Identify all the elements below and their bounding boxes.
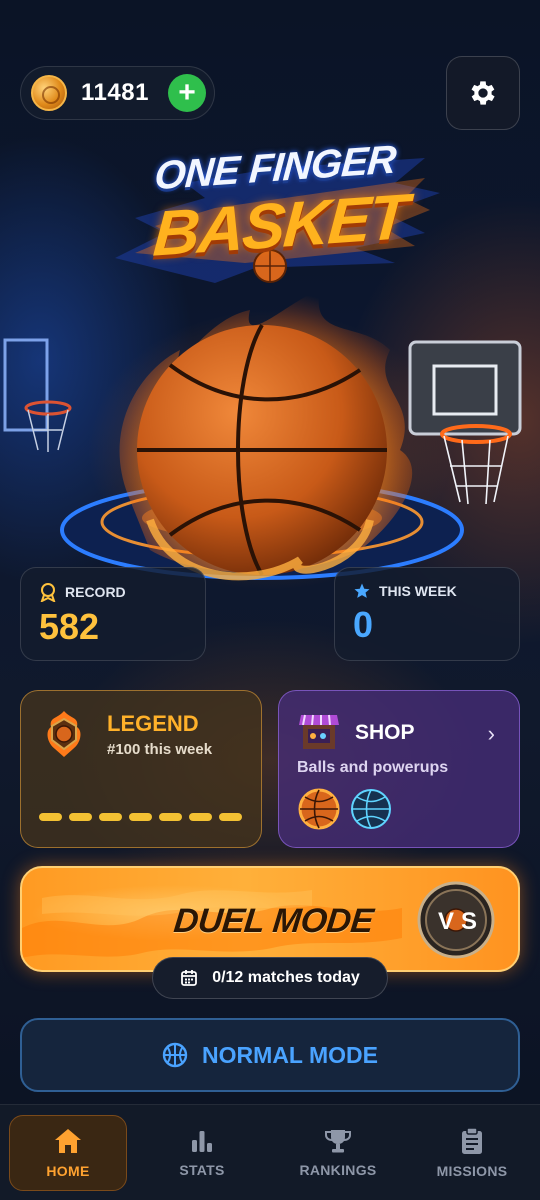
right-hoop (408, 340, 522, 505)
legend-subtitle: #100 this week (107, 741, 213, 758)
this-week-value: 0 (353, 604, 374, 645)
gear-icon (471, 81, 495, 105)
vs-badge-v: V (438, 908, 454, 935)
bar-chart-icon (192, 1131, 212, 1152)
flame-badge-icon (47, 711, 81, 757)
progress-dash (219, 813, 242, 821)
basketball-icon (162, 1042, 188, 1068)
nav-home[interactable]: HOME (9, 1115, 127, 1191)
shop-title: SHOP (355, 721, 415, 744)
progress-dash (69, 813, 92, 821)
matches-today-pill: 0/12 matches today (152, 957, 388, 999)
nav-missions-label: MISSIONS (436, 1163, 508, 1179)
nav-missions[interactable]: MISSIONS (413, 1115, 531, 1191)
settings-button[interactable] (446, 56, 520, 130)
star-icon (354, 583, 370, 598)
vs-badge-icon: V S (417, 881, 495, 959)
home-icon (55, 1129, 81, 1153)
shop-stall-icon (299, 714, 339, 749)
neon-ball-icon (351, 789, 391, 829)
duel-mode-label: DUEL MODE (172, 902, 375, 940)
coin-amount: 11481 (81, 79, 149, 106)
progress-dash (39, 813, 62, 821)
nav-stats[interactable]: STATS (143, 1115, 261, 1191)
left-hoop (3, 338, 72, 452)
shop-card[interactable]: SHOP › Balls and powerups (278, 690, 520, 848)
record-value: 582 (39, 606, 100, 647)
legend-title: LEGEND (107, 711, 199, 736)
nav-home-label: HOME (46, 1163, 90, 1179)
plus-icon: + (178, 76, 196, 109)
shop-subtitle: Balls and powerups (297, 759, 449, 776)
nav-stats-label: STATS (179, 1162, 225, 1178)
progress-dash (129, 813, 152, 821)
vs-badge-s: S (461, 908, 477, 935)
normal-mode-button[interactable]: NORMAL MODE (20, 1018, 520, 1092)
coin-balance: 11481 + (20, 66, 215, 120)
clipboard-icon (462, 1127, 482, 1154)
normal-mode-label: NORMAL MODE (202, 1041, 378, 1068)
bottom-navigation: HOME STATS RANKINGS MISSIONS (0, 1104, 540, 1200)
legend-card[interactable]: LEGEND #100 this week (20, 690, 262, 848)
basketball-hero (137, 323, 387, 577)
nav-rankings[interactable]: RANKINGS (279, 1115, 397, 1191)
game-logo: ONE FINGER BASKET (95, 138, 445, 283)
nav-rankings-label: RANKINGS (299, 1162, 377, 1178)
record-label: RECORD (65, 584, 126, 600)
progress-dash (99, 813, 122, 821)
chevron-right-icon: › (487, 721, 495, 746)
fire-ball-icon (298, 788, 340, 830)
this-week-label: THIS WEEK (379, 583, 457, 599)
matches-today-text: 0/12 matches today (212, 969, 360, 986)
legend-progress (39, 813, 242, 821)
record-card: RECORD 582 (20, 567, 206, 661)
medal-icon (40, 583, 56, 602)
calendar-icon (181, 970, 198, 986)
progress-dash (189, 813, 212, 821)
trophy-icon (325, 1130, 351, 1153)
progress-dash (159, 813, 182, 821)
add-coins-button[interactable]: + (168, 74, 206, 112)
this-week-card: THIS WEEK 0 (334, 567, 520, 661)
coin-icon (31, 75, 67, 111)
